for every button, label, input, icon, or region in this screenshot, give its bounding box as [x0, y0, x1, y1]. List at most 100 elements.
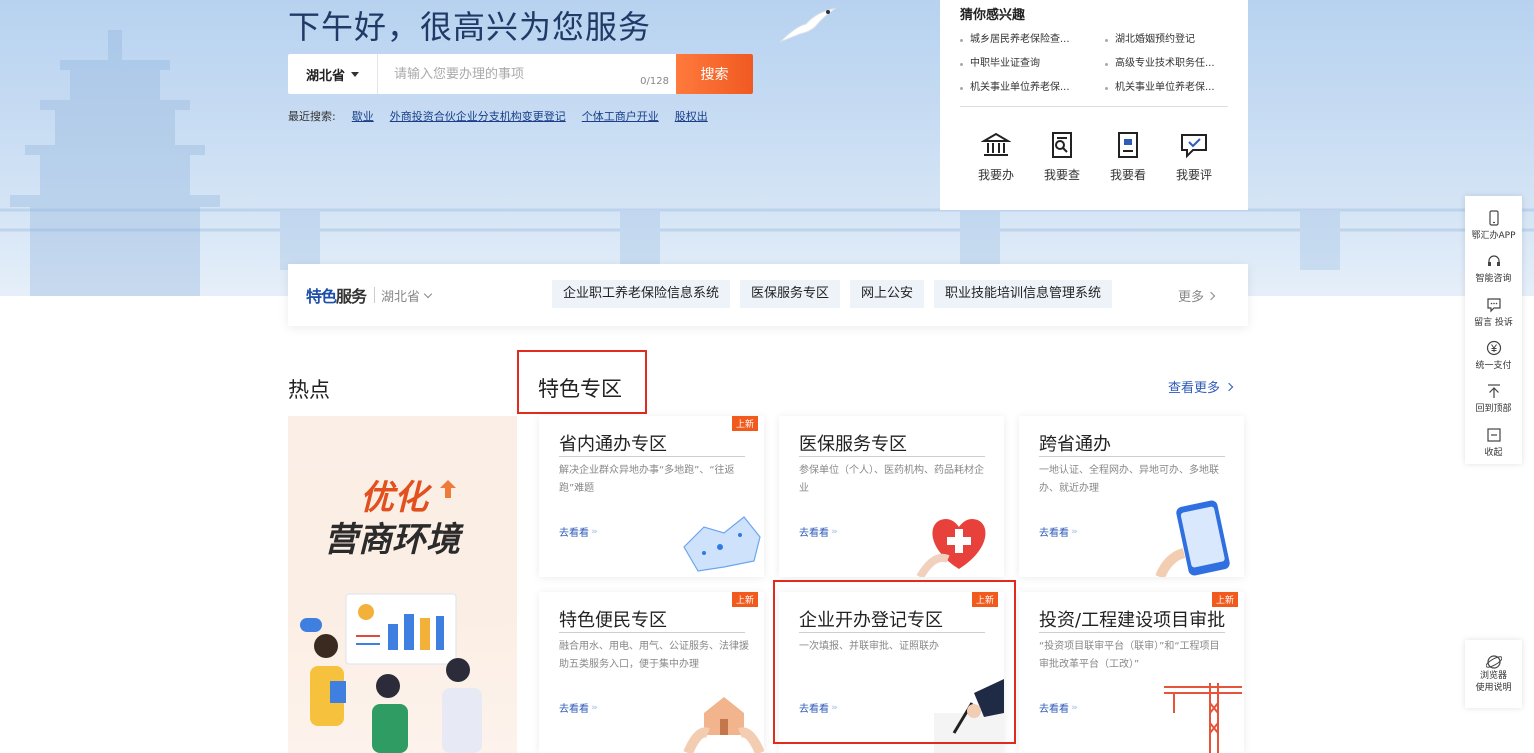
search-box: 湖北省 0/128 搜索 [288, 54, 753, 94]
go-label: 去看看 [559, 704, 589, 715]
side-top-button[interactable]: 回到顶部 [1465, 377, 1522, 420]
side-app-button[interactable]: 鄂汇办APP [1465, 204, 1522, 247]
zone-card[interactable]: 上新 投资/工程建设项目审批 “投资项目联审平台（联审）”和“工程项目审批改革平… [1019, 592, 1244, 753]
interest-item[interactable]: 湖北婚姻预约登记 [1103, 32, 1228, 48]
interest-item[interactable]: 高级专业技术职务任... [1103, 56, 1228, 72]
medical-heart-illustration [916, 519, 986, 577]
recent-searches: 最近搜索: 歇业 外商投资合伙企业分支机构变更登记 个体工商户开业 股权出 [288, 108, 708, 124]
bank-icon [981, 132, 1011, 156]
quick-action-view[interactable]: 我要看 [1100, 130, 1156, 183]
go-label: 去看看 [799, 528, 829, 539]
double-chevron-icon: ››› [831, 526, 838, 537]
interest-item[interactable]: 中职毕业证查询 [958, 56, 1103, 72]
hero-background [0, 0, 1534, 296]
card-title: 医保服务专区 [799, 434, 907, 455]
card-go-link[interactable]: 去看看 ››› [559, 524, 598, 540]
char-count: 0/128 [640, 76, 669, 87]
side-label: 留言 投诉 [1474, 317, 1513, 328]
chevron-right-icon [1206, 291, 1216, 300]
phone-hand-illustration [1155, 500, 1230, 577]
zone-card[interactable]: 医保服务专区 参保单位（个人）、医药机构、药品耗材企业 去看看 ››› [779, 416, 1004, 577]
office-people-illustration [310, 593, 482, 753]
guide-label: 浏览器 [1479, 671, 1507, 681]
collapse-icon [1486, 428, 1501, 442]
recent-link[interactable]: 个体工商户开业 [582, 108, 659, 124]
card-go-link[interactable]: 去看看 ››› [1039, 700, 1078, 716]
phone-icon [1488, 210, 1499, 226]
new-badge: 上新 [1211, 592, 1238, 607]
crane-bird-icon [779, 7, 837, 43]
feature-tag[interactable]: 网上公安 [850, 280, 925, 308]
message-icon [1486, 298, 1501, 313]
feature-region-dropdown[interactable]: 湖北省 [374, 287, 433, 305]
quick-action-query[interactable]: 我要查 [1034, 130, 1090, 183]
zone-card[interactable]: 上新 特色便民专区 融合用水、用电、用气、公证服务、法律援助五类服务入口，便于集… [539, 592, 764, 753]
side-label: 回到顶部 [1475, 404, 1512, 415]
hubei-map-illustration [683, 516, 761, 572]
side-complaint-button[interactable]: 留言 投诉 [1465, 291, 1522, 334]
region-dropdown[interactable]: 湖北省 [288, 54, 378, 94]
recent-link[interactable]: 歇业 [352, 108, 374, 124]
zone-card[interactable]: 上新 省内通办专区 解决企业群众异地办事“多地跑”、“往返跑”难题 去看看 ››› [539, 416, 764, 577]
zone-card[interactable]: 跨省通办 一地认证、全程网办、异地可办、多地联办、就近办理 去看看 ››› [1019, 416, 1244, 577]
card-highlight-box [773, 580, 1016, 744]
business-environment-banner[interactable]: 优化 营商环境 [288, 416, 517, 753]
feature-tag[interactable]: 企业职工养老保险信息系统 [552, 280, 731, 308]
go-label: 去看看 [1039, 528, 1069, 539]
hot-section-title: 热点 [288, 378, 330, 402]
house-hands-illustration [683, 697, 764, 753]
card-title: 跨省通办 [1039, 434, 1111, 455]
interest-title: 猜你感兴趣 [960, 8, 1026, 23]
see-more-label: 查看更多 [1168, 381, 1221, 396]
feature-region-label: 湖北省 [381, 289, 421, 305]
feature-tag[interactable]: 职业技能培训信息管理系统 [934, 280, 1113, 308]
quick-action-handle[interactable]: 我要办 [968, 130, 1024, 183]
double-chevron-icon: ››› [1071, 526, 1078, 537]
card-go-link[interactable]: 去看看 ››› [799, 524, 838, 540]
interest-list: 城乡居民养老保险查... 湖北婚姻预约登记 中职毕业证查询 高级专业技术职务任.… [958, 32, 1228, 96]
recent-label: 最近搜索: [288, 110, 336, 123]
search-button[interactable]: 搜索 [676, 54, 753, 94]
side-collapse-button[interactable]: 收起 [1465, 421, 1522, 464]
quick-action-label: 我要查 [1043, 168, 1080, 182]
logo-part: 特色 [306, 287, 337, 306]
side-payment-button[interactable]: 统一支付 [1465, 334, 1522, 377]
side-label: 鄂汇办APP [1471, 231, 1516, 242]
search-input[interactable] [378, 54, 676, 94]
new-badge: 上新 [731, 592, 758, 607]
region-label: 湖北省 [305, 68, 345, 84]
card-divider [559, 632, 745, 633]
recent-link[interactable]: 股权出 [675, 108, 708, 124]
browser-guide-button[interactable]: 浏览器 使用说明 [1465, 640, 1522, 708]
search-doc-icon [1052, 132, 1072, 158]
recent-link[interactable]: 外商投资合伙企业分支机构变更登记 [390, 108, 566, 124]
card-go-link[interactable]: 去看看 ››› [559, 700, 598, 716]
logo-part: 服务 [336, 287, 367, 306]
guide-label: 使用说明 [1475, 683, 1512, 693]
side-consult-button[interactable]: 智能咨询 [1465, 247, 1522, 290]
interest-item[interactable]: 机关事业单位养老保... [958, 80, 1103, 96]
interest-item[interactable]: 城乡居民养老保险查... [958, 32, 1103, 48]
caret-down-icon [351, 71, 359, 77]
interest-item[interactable]: 机关事业单位养老保... [1103, 80, 1228, 96]
see-more-link[interactable]: 查看更多 [1168, 377, 1234, 396]
feature-tag[interactable]: 医保服务专区 [740, 280, 841, 308]
banner-line2: 营商环境 [324, 520, 460, 560]
yuan-icon [1486, 341, 1501, 356]
interest-panel: 猜你感兴趣 城乡居民养老保险查... 湖北婚姻预约登记 中职毕业证查询 高级专业… [940, 0, 1248, 210]
card-title: 特色便民专区 [559, 610, 667, 631]
quick-action-label: 我要办 [977, 168, 1014, 182]
double-chevron-icon: ››› [591, 526, 598, 537]
divider [960, 106, 1228, 107]
side-label: 统一支付 [1475, 361, 1512, 372]
feature-more-link[interactable]: 更多 [1178, 286, 1216, 305]
zone-section-title: 特色专区 [538, 377, 622, 401]
double-chevron-icon: ››› [1071, 702, 1078, 713]
document-icon [1118, 132, 1138, 158]
headset-icon [1487, 255, 1500, 267]
card-divider [799, 456, 985, 457]
card-description: “投资项目联审平台（联审）”和“工程项目审批改革平台（工改）” [1039, 641, 1220, 670]
card-go-link[interactable]: 去看看 ››› [1039, 524, 1078, 540]
bridge-illustration [0, 208, 1534, 270]
quick-action-review[interactable]: 我要评 [1166, 130, 1222, 183]
